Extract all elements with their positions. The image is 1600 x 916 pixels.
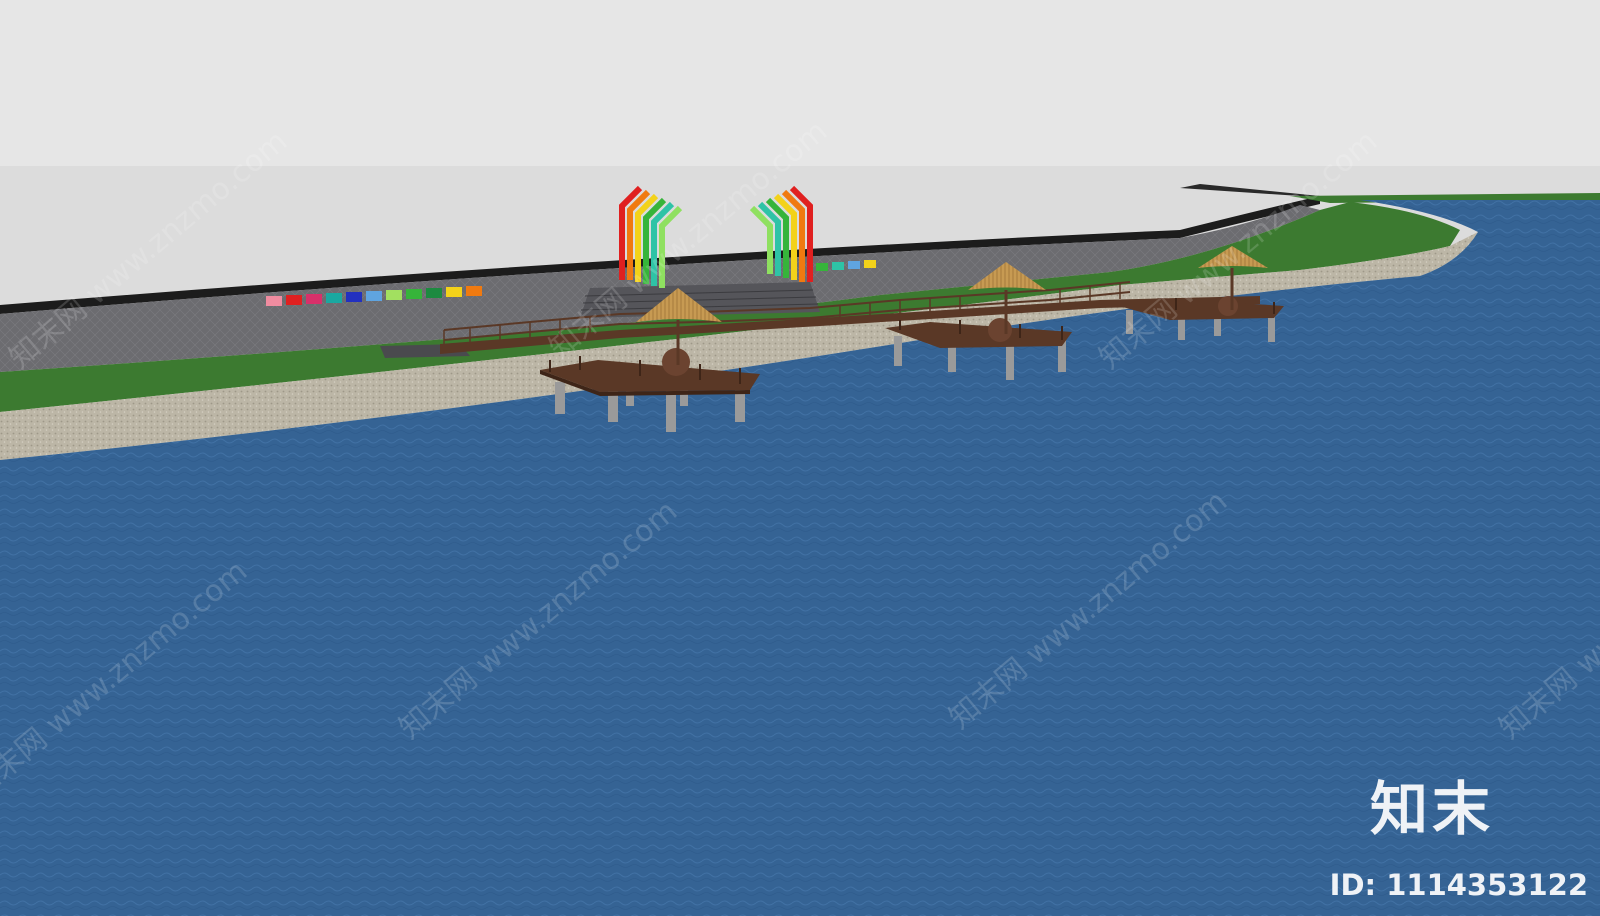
riverside-park-model: 知末网 www.znzmo.com 知末网 www.znzmo.com 知末网 …	[0, 0, 1600, 916]
image-id-label: ID: 1114353122	[1329, 868, 1588, 902]
scene-container: 知末网 www.znzmo.com 知末网 www.znzmo.com 知末网 …	[0, 0, 1600, 916]
brand-watermark: 知末	[1369, 775, 1494, 843]
